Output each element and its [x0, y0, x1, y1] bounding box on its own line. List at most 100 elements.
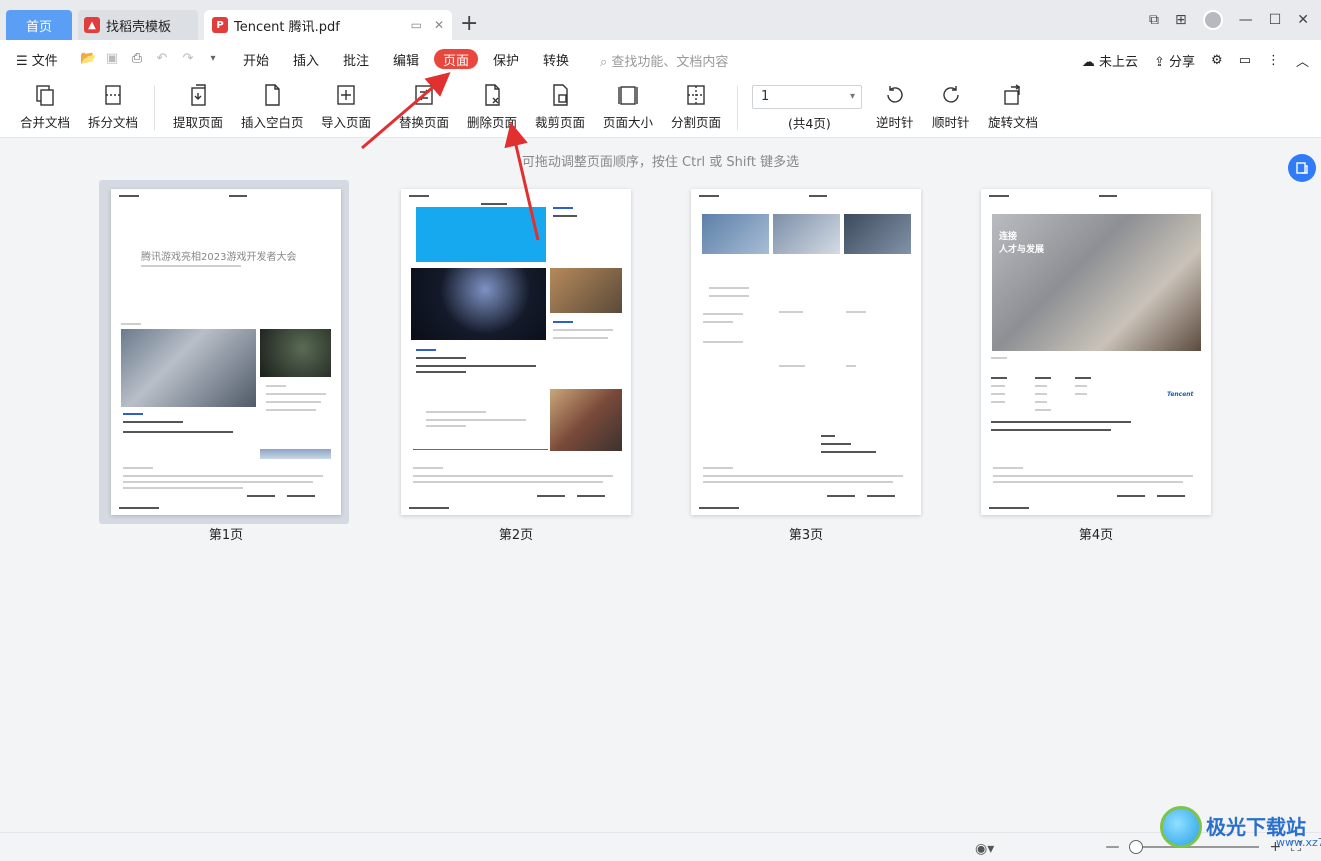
menu-annotate[interactable]: 批注: [343, 50, 369, 69]
rotate-ccw-label: 逆时针: [876, 115, 914, 130]
undo-icon[interactable]: ↶: [154, 51, 170, 67]
photo: [121, 329, 256, 407]
layout-icon[interactable]: ⧉: [1149, 12, 1159, 28]
rotate-cw-button[interactable]: 顺时针: [932, 82, 970, 131]
tab-home[interactable]: 首页: [6, 10, 72, 40]
page-label: 第1页: [208, 528, 244, 543]
menu-convert[interactable]: 转换: [543, 50, 569, 69]
delete-label: 删除页面: [467, 115, 518, 130]
menu-page[interactable]: 页面: [434, 49, 478, 69]
zoom-slider-knob[interactable]: [1129, 840, 1144, 854]
watermark: 极光下载站 www.xz7.com: [1160, 806, 1321, 849]
page-number-select[interactable]: 1 ▾: [752, 85, 862, 109]
watermark-text: 极光下载站: [1206, 815, 1306, 839]
tab-pdf[interactable]: P Tencent 腾讯.pdf ▭ ✕: [204, 10, 452, 40]
tab-bar: 首页 ▲ 找稻壳模板 P Tencent 腾讯.pdf ▭ ✕ + ⧉ ⊞ — …: [0, 0, 1321, 40]
separator: [737, 86, 738, 130]
save-icon[interactable]: ▣: [104, 51, 120, 67]
drag-hint: 可拖动调整页面顺序，按住 Ctrl 或 Shift 键多选: [521, 155, 800, 170]
import-pages-button[interactable]: 导入页面: [321, 82, 371, 131]
import-icon: [333, 82, 359, 108]
grid-icon[interactable]: ⊞: [1175, 12, 1187, 28]
replace-pages-button[interactable]: 替换页面: [399, 82, 449, 131]
minimize-icon[interactable]: —: [1239, 12, 1253, 28]
rotate-ccw-icon: [882, 82, 908, 108]
redo-icon[interactable]: ↷: [180, 51, 196, 67]
more-icon[interactable]: ⋮: [1267, 53, 1280, 68]
rotate-doc-button[interactable]: 旋转文档: [988, 82, 1038, 131]
cloud-icon: ☁: [1081, 55, 1095, 70]
split-docs-button[interactable]: 拆分文档: [88, 82, 138, 131]
rotate-ccw-button[interactable]: 逆时针: [876, 82, 914, 131]
photo: [550, 389, 622, 451]
photo: [416, 207, 546, 262]
monitor-icon[interactable]: ▭: [411, 18, 422, 32]
page-size-button[interactable]: 页面大小: [603, 82, 653, 131]
delete-page-icon: [479, 82, 505, 108]
crop-pages-button[interactable]: 裁剪页面: [535, 82, 585, 131]
extract-label: 提取页面: [173, 115, 224, 130]
maximize-icon[interactable]: ☐: [1269, 12, 1282, 28]
dropdown-icon[interactable]: ▾: [205, 51, 221, 67]
merge-docs-button[interactable]: 合并文档: [20, 82, 70, 131]
menu-protect[interactable]: 保护: [493, 50, 519, 69]
replace-label: 替换页面: [399, 115, 450, 130]
settings-icon[interactable]: ⚙: [1211, 53, 1223, 68]
watermark-logo-icon: [1160, 806, 1202, 848]
search-input[interactable]: ⌕ 查找功能、文档内容: [600, 51, 728, 70]
page-preview: 连接 人才与发展 Tencent: [981, 189, 1211, 515]
rotate-cw-icon: [938, 82, 964, 108]
photo: [550, 268, 622, 313]
sync-icon[interactable]: [1288, 154, 1316, 182]
share-button[interactable]: ⇪ 分享: [1154, 51, 1195, 70]
rotate-doc-icon: [1000, 82, 1026, 108]
photo: [411, 268, 546, 340]
print-icon[interactable]: ⎙: [129, 51, 145, 67]
zoom-out-icon[interactable]: —: [1105, 839, 1119, 855]
split-icon: [100, 82, 126, 108]
open-icon[interactable]: 📂: [80, 51, 96, 67]
ribbon: 合并文档 拆分文档 提取页面 插入空白页 导入页面 替换页面 删除页面 裁剪页面…: [0, 78, 1321, 138]
share-icon: ⇪: [1153, 55, 1165, 70]
close-window-icon[interactable]: ✕: [1297, 12, 1309, 28]
tab-pdf-label: Tencent 腾讯.pdf: [234, 19, 340, 35]
extract-pages-button[interactable]: 提取页面: [173, 82, 223, 131]
divide-pages-button[interactable]: 分割页面: [671, 82, 721, 131]
cloud-button[interactable]: ☁ 未上云: [1082, 51, 1138, 70]
avatar[interactable]: [1202, 10, 1223, 30]
delete-pages-button[interactable]: 删除页面: [467, 82, 517, 131]
divide-label: 分割页面: [671, 115, 722, 130]
eye-icon[interactable]: ◉▾: [975, 841, 994, 857]
page-size-icon: [615, 82, 641, 108]
menu-insert[interactable]: 插入: [293, 50, 319, 69]
menu-start[interactable]: 开始: [243, 50, 269, 69]
close-icon[interactable]: ✕: [434, 18, 444, 32]
add-tab-button[interactable]: +: [460, 12, 478, 36]
photo: [260, 329, 331, 377]
page-preview: 腾讯游戏亮相2023游戏开发者大会: [111, 189, 341, 515]
blank-page-icon: [259, 82, 285, 108]
comment-icon[interactable]: ▭: [1239, 53, 1251, 68]
insert-blank-label: 插入空白页: [241, 115, 304, 130]
search-icon: ⌕: [600, 55, 612, 70]
collapse-icon[interactable]: ︿: [1296, 51, 1309, 70]
crop-label: 裁剪页面: [535, 115, 586, 130]
dochao-icon: ▲: [84, 17, 100, 33]
file-menu[interactable]: ☰ 文件: [16, 50, 58, 69]
separator: [154, 86, 155, 130]
tab-dochao[interactable]: ▲ 找稻壳模板: [78, 10, 198, 40]
tab-dochao-label: 找稻壳模板: [106, 19, 172, 35]
extract-icon: [185, 82, 211, 108]
menu-bar: ☰ 文件 📂 ▣ ⎙ ↶ ↷ ▾ 开始 插入 批注 编辑 页面 保护 转换 ⌕ …: [0, 40, 1321, 78]
cloud-label: 未上云: [1098, 55, 1138, 70]
rotate-cw-label: 顺时针: [932, 115, 970, 130]
insert-blank-button[interactable]: 插入空白页: [241, 82, 304, 131]
menu-edit[interactable]: 编辑: [393, 50, 419, 69]
photo: [702, 214, 769, 254]
import-label: 导入页面: [321, 115, 372, 130]
tencent-logo: Tencent: [1167, 391, 1194, 398]
page-select-value: 1: [761, 89, 770, 104]
merge-icon: [32, 82, 58, 108]
page-4-heading-1: 连接: [999, 232, 1018, 242]
merge-label: 合并文档: [20, 115, 71, 130]
